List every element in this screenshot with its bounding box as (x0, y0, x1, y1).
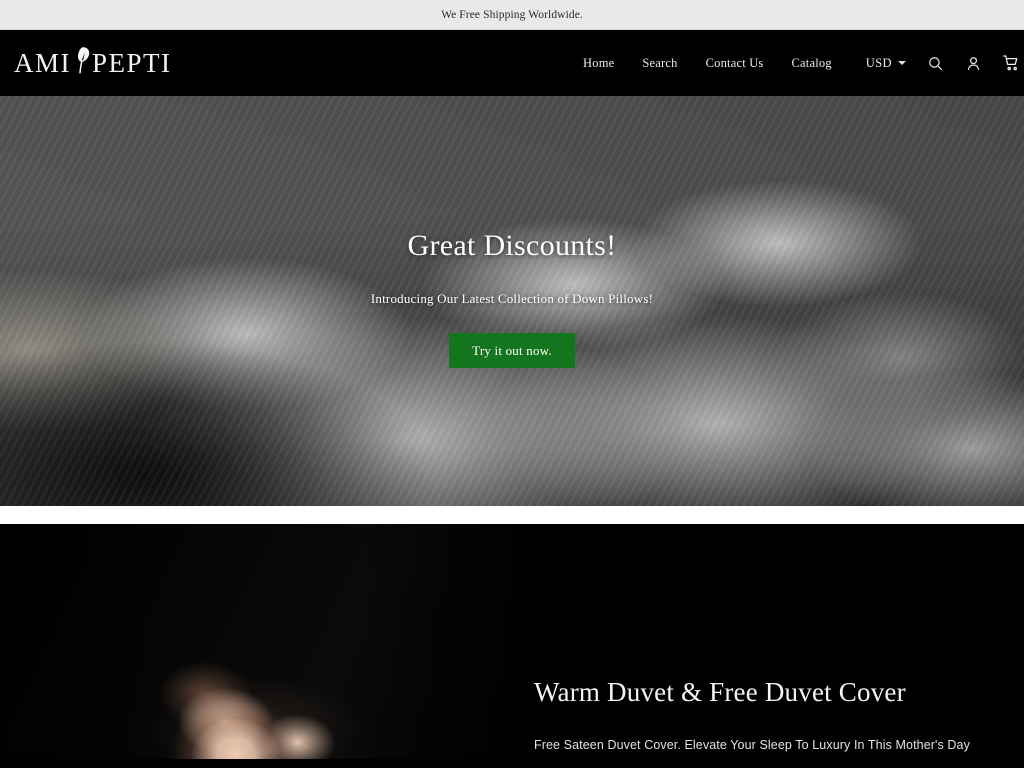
account-icon (965, 55, 982, 72)
search-icon-button[interactable] (916, 44, 954, 82)
hero-subheading: Introducing Our Latest Collection of Dow… (370, 291, 654, 306)
nav-item-contact-us[interactable]: Contact Us (692, 50, 778, 77)
announcement-text: We Free Shipping Worldwide. (441, 8, 583, 21)
currency-selector[interactable]: USD (846, 50, 916, 77)
feature-text-column: Warm Duvet & Free Duvet Cover Free Satee… (512, 524, 1024, 759)
currency-selected-value: USD (865, 55, 892, 70)
brand-logo[interactable]: AMI PEPTI (14, 46, 172, 81)
chevron-down-icon (898, 61, 906, 65)
hero-slideshow: Great Discounts! Introducing Our Latest … (0, 96, 1024, 506)
hero-heading: Great Discounts! (407, 229, 617, 262)
brand-name-right: PEPTI (92, 47, 172, 78)
header-icon-group (916, 44, 1024, 82)
search-icon (927, 55, 944, 72)
feather-quill-icon (73, 45, 91, 80)
cart-icon-button[interactable] (992, 44, 1024, 82)
nav-item-home[interactable]: Home (569, 50, 628, 77)
main-navigation: Home Search Contact Us Catalog (569, 50, 846, 77)
feature-body-text: Free Sateen Duvet Cover. Elevate Your Sl… (534, 737, 970, 752)
nav-item-catalog[interactable]: Catalog (778, 50, 846, 77)
hero-content: Great Discounts! Introducing Our Latest … (0, 96, 1024, 506)
feature-media (0, 524, 512, 759)
hero-cta-button[interactable]: Try it out now. (449, 333, 575, 368)
nav-item-search[interactable]: Search (628, 50, 691, 77)
feature-background-image (0, 524, 512, 759)
feature-heading: Warm Duvet & Free Duvet Cover (534, 677, 906, 708)
cart-icon (1002, 54, 1020, 72)
brand-name-left: AMI (14, 47, 71, 78)
account-icon-button[interactable] (954, 44, 992, 82)
section-divider (0, 506, 1024, 524)
site-header: AMI PEPTI Home Search Contact Us Catalog… (0, 30, 1024, 96)
announcement-bar: We Free Shipping Worldwide. (0, 0, 1024, 30)
header-right-group: Home Search Contact Us Catalog USD (569, 30, 1024, 96)
feature-section: Warm Duvet & Free Duvet Cover Free Satee… (0, 524, 1024, 759)
